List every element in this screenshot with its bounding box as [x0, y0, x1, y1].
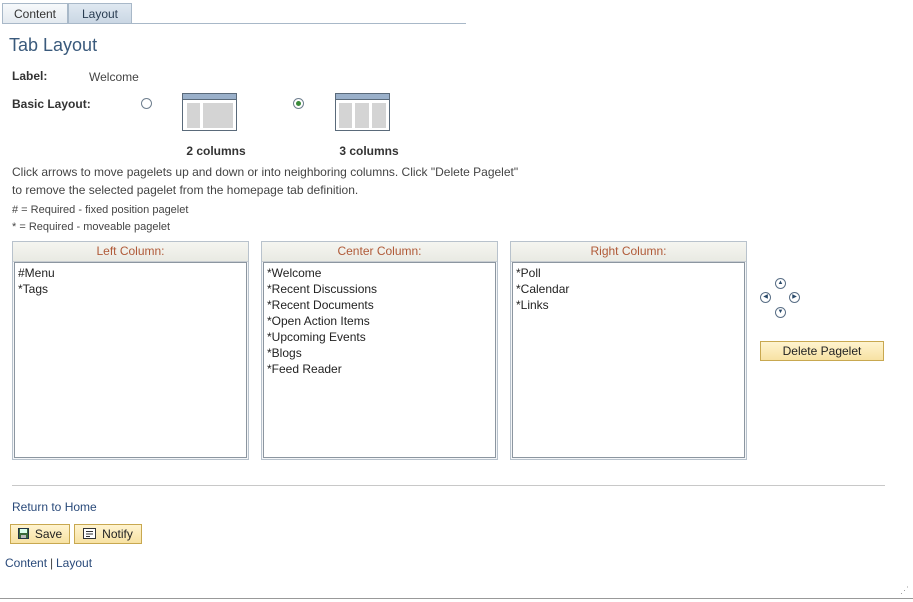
divider — [12, 485, 885, 486]
left-column: Left Column: #Menu *Tags — [12, 241, 249, 460]
right-column: Right Column: *Poll *Calendar *Links — [510, 241, 747, 460]
center-column-list[interactable]: *Welcome *Recent Discussions *Recent Doc… — [263, 262, 496, 458]
tab-content[interactable]: Content — [2, 3, 68, 24]
page-title: Tab Layout — [9, 35, 98, 55]
three-column-layout-icon — [335, 93, 390, 131]
arrow-left-icon[interactable]: ◀ — [760, 292, 771, 303]
list-item[interactable]: *Recent Discussions — [267, 281, 492, 297]
notify-icon — [83, 526, 97, 544]
instructions-line-2: to remove the selected pagelet from the … — [12, 183, 359, 197]
list-item[interactable]: *Welcome — [267, 265, 492, 281]
resize-grip-icon[interactable]: ⋰ — [900, 585, 909, 596]
three-column-caption: 3 columns — [339, 144, 399, 158]
footer-layout-link[interactable]: Layout — [56, 556, 92, 570]
center-column: Center Column: *Welcome *Recent Discussi… — [261, 241, 498, 460]
note-moveable: * = Required - moveable pagelet — [12, 221, 171, 233]
list-item[interactable]: *Poll — [516, 265, 741, 281]
arrow-right-icon[interactable]: ▶ — [789, 292, 800, 303]
right-column-list[interactable]: *Poll *Calendar *Links — [512, 262, 745, 458]
two-column-radio[interactable] — [141, 98, 152, 109]
tab-layout[interactable]: Layout — [68, 3, 132, 24]
three-column-radio[interactable] — [293, 98, 304, 109]
footer-content-link[interactable]: Content — [5, 556, 47, 570]
list-item[interactable]: *Calendar — [516, 281, 741, 297]
left-column-header: Left Column: — [13, 242, 248, 262]
list-item[interactable]: *Upcoming Events — [267, 329, 492, 345]
center-column-header: Center Column: — [262, 242, 497, 262]
two-column-layout-icon — [182, 93, 237, 131]
two-column-caption: 2 columns — [186, 144, 246, 158]
save-button[interactable]: Save — [10, 524, 70, 544]
notify-button-label: Notify — [102, 527, 133, 541]
tab-divider — [2, 23, 466, 24]
list-item[interactable]: *Tags — [18, 281, 243, 297]
save-button-label: Save — [34, 527, 63, 541]
label-field-value: Welcome — [89, 70, 139, 84]
basic-layout-label: Basic Layout: — [12, 97, 91, 111]
list-item[interactable]: *Recent Documents — [267, 297, 492, 313]
window-bottom-border — [0, 598, 913, 599]
list-item[interactable]: #Menu — [18, 265, 243, 281]
instructions: Click arrows to move pagelets up and dow… — [12, 163, 552, 199]
list-item[interactable]: *Blogs — [267, 345, 492, 361]
list-item[interactable]: *Feed Reader — [267, 361, 492, 377]
arrow-up-icon[interactable]: ▲ — [775, 278, 786, 289]
note-fixed: # = Required - fixed position pagelet — [12, 204, 189, 216]
list-item[interactable]: *Open Action Items — [267, 313, 492, 329]
label-field-label: Label: — [12, 69, 48, 83]
right-column-header: Right Column: — [511, 242, 746, 262]
left-column-list[interactable]: #Menu *Tags — [14, 262, 247, 458]
save-icon — [17, 526, 29, 544]
notify-button[interactable]: Notify — [74, 524, 142, 544]
return-to-home-link[interactable]: Return to Home — [12, 500, 97, 514]
list-item[interactable]: *Links — [516, 297, 741, 313]
footer-separator: | — [50, 556, 54, 570]
instructions-line-1: Click arrows to move pagelets up and dow… — [12, 165, 519, 179]
delete-pagelet-button[interactable]: Delete Pagelet — [760, 341, 884, 361]
arrow-down-icon[interactable]: ▼ — [775, 307, 786, 318]
move-arrows: ▲ ◀ ▶ ▼ — [760, 278, 802, 320]
